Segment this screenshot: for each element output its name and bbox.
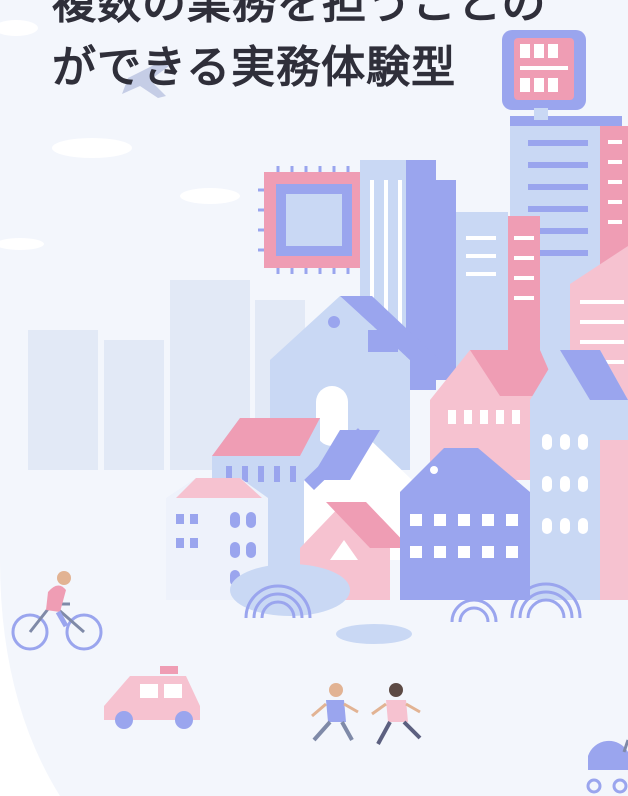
cyclist-icon	[11, 571, 103, 651]
stroller-icon	[586, 739, 628, 794]
title-line-2: ができる実務体験型	[52, 42, 457, 93]
runners-icon	[311, 683, 422, 745]
title-line-1: 複数の業務を担うことの	[52, 0, 547, 29]
chip-icon	[258, 166, 364, 274]
arch-building-right	[530, 350, 628, 600]
page-title: 複数の業務を担うことの ができる実務体験型	[52, 0, 612, 100]
city-illustration	[11, 30, 628, 794]
hero-illustration-panel: 複数の業務を担うことの ができる実務体験型	[0, 0, 628, 796]
car-icon	[104, 666, 200, 729]
